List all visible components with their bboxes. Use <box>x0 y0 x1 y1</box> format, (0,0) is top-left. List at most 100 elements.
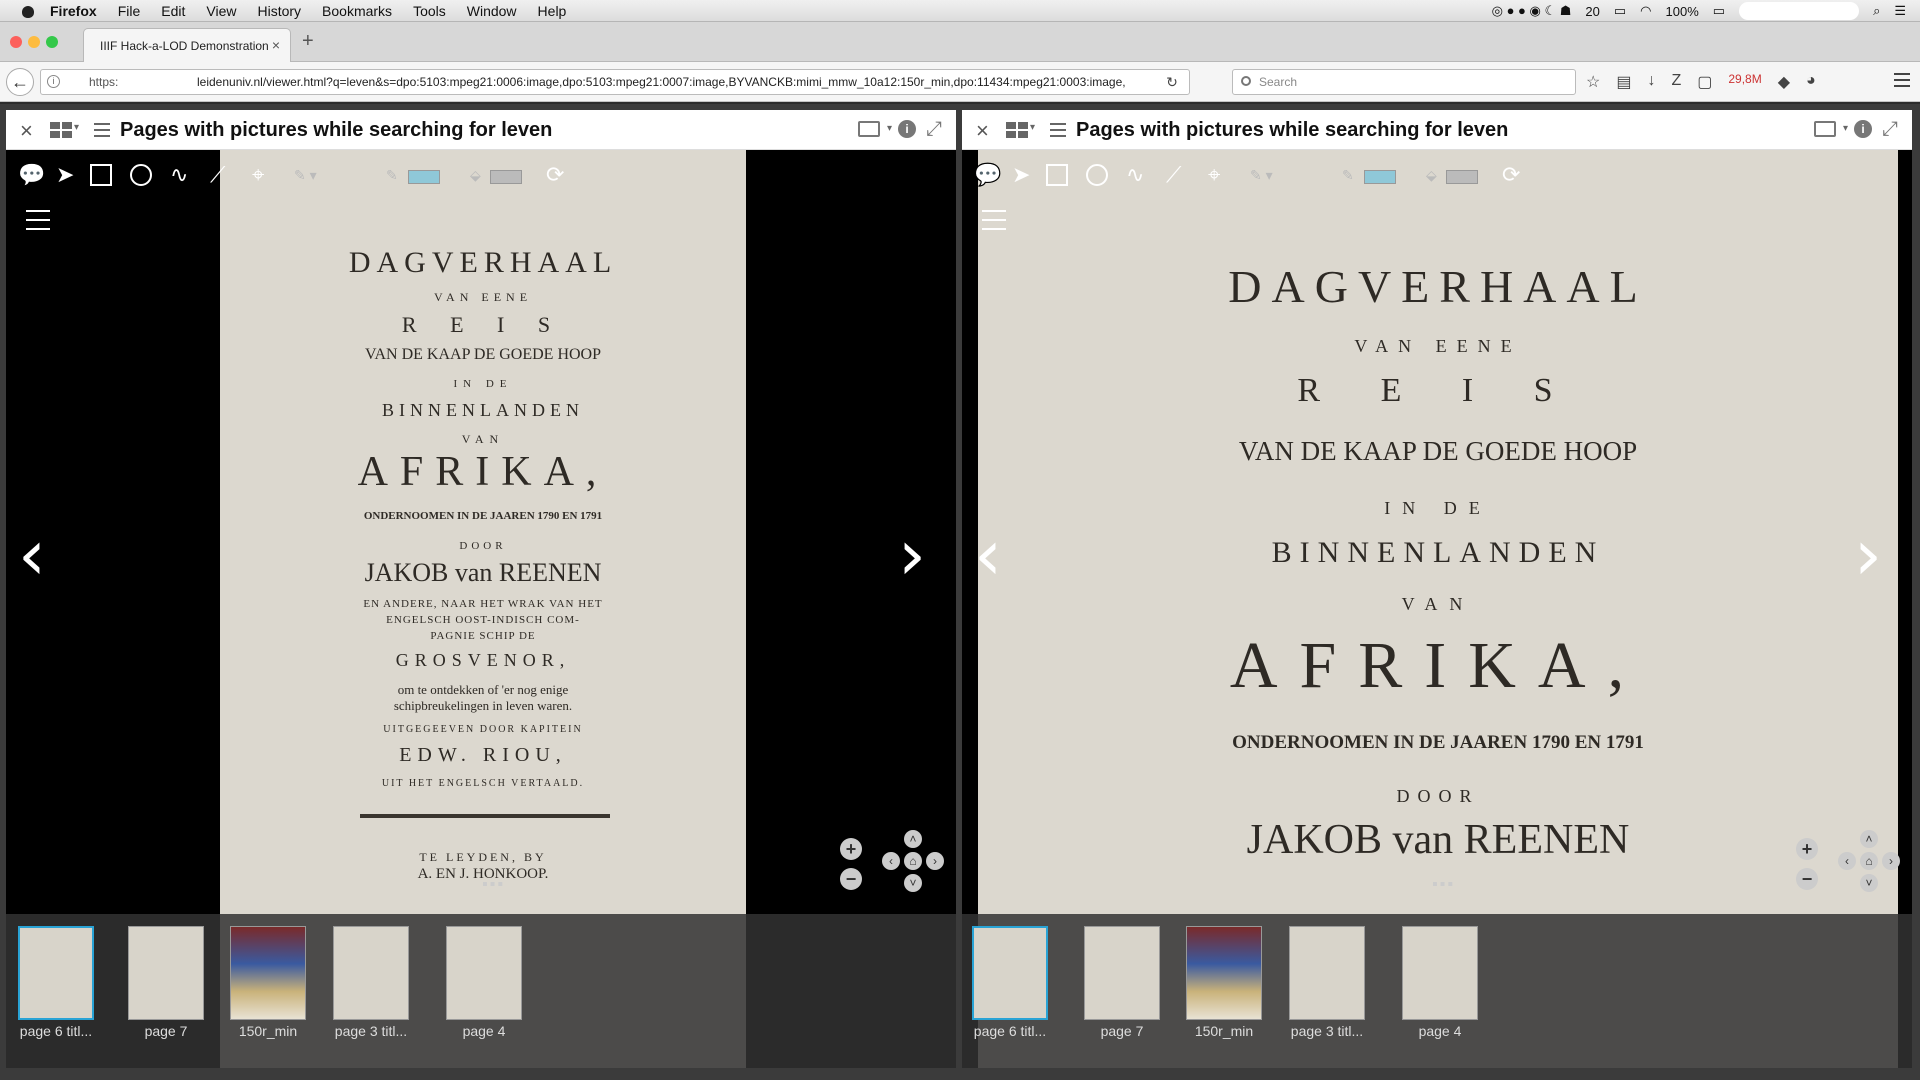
search-input[interactable]: Search <box>1232 69 1576 95</box>
freehand-tool-icon[interactable]: ∿ <box>170 164 188 186</box>
battery-label[interactable]: 100% <box>1666 4 1699 19</box>
image-adjust-icon[interactable] <box>26 210 50 230</box>
info-icon[interactable]: i <box>1854 120 1872 138</box>
stroke-color-swatch[interactable] <box>408 170 440 184</box>
info-icon[interactable]: i <box>47 75 60 88</box>
thumbnail-item[interactable]: page 7 <box>126 926 206 1039</box>
fullscreen-icon[interactable]: ⤢ <box>926 118 942 141</box>
browser-tab[interactable]: IIIF Hack-a-LOD Demonstration × <box>83 28 291 62</box>
menu-file[interactable]: File <box>118 3 141 19</box>
menu-window[interactable]: Window <box>467 3 517 19</box>
polyline-tool-icon[interactable]: ⟋ <box>210 164 225 186</box>
thumbnail-image[interactable] <box>446 926 522 1020</box>
fill-color-swatch[interactable] <box>1446 170 1478 184</box>
thumbnail-item[interactable]: page 4 <box>1400 926 1480 1039</box>
zoom-out-icon[interactable]: − <box>1796 868 1818 890</box>
bookmark-star-icon[interactable]: ☆ <box>1586 72 1600 92</box>
user-pill[interactable] <box>1739 2 1860 20</box>
home-icon[interactable]: ⌂ <box>904 852 922 870</box>
thumbnail-image[interactable] <box>972 926 1048 1020</box>
close-window-button[interactable] <box>10 36 22 48</box>
pin-tool-icon[interactable]: ⌖ <box>1208 164 1220 186</box>
thumbnail-image[interactable] <box>1084 926 1160 1020</box>
refresh-icon[interactable]: ⟳ <box>1502 164 1520 186</box>
url-bar[interactable]: i https: leidenuniv.nl/viewer.html?q=lev… <box>40 69 1190 95</box>
pan-left-icon[interactable]: ‹ <box>882 852 900 870</box>
menu-edit[interactable]: Edit <box>161 3 185 19</box>
battery-icon[interactable]: ▭ <box>1713 3 1725 19</box>
close-icon[interactable]: × <box>20 118 33 144</box>
menu-firefox[interactable]: Firefox <box>50 3 97 19</box>
pan-right-icon[interactable]: › <box>1882 852 1900 870</box>
previous-page-arrow[interactable]: ‹ <box>974 520 1002 590</box>
page-icon[interactable]: ▢ <box>1697 72 1712 92</box>
thumbnail-image[interactable] <box>128 926 204 1020</box>
sidebar-toggle-icon[interactable] <box>1050 123 1066 137</box>
minimize-window-button[interactable] <box>28 36 40 48</box>
reading-list-icon[interactable]: ▤ <box>1616 72 1631 92</box>
thumbnail-image[interactable] <box>1186 926 1262 1020</box>
comment-icon[interactable]: 💬 <box>18 164 45 186</box>
zoom-in-icon[interactable]: + <box>840 838 862 860</box>
menu-view[interactable]: View <box>206 3 236 19</box>
pan-up-icon[interactable]: ˄ <box>904 830 922 848</box>
thumbnail-image[interactable] <box>1289 926 1365 1020</box>
freehand-tool-icon[interactable]: ∿ <box>1126 164 1144 186</box>
reload-icon[interactable]: ↻ <box>1161 70 1183 94</box>
thumbnail-image[interactable] <box>333 926 409 1020</box>
thumbnail-image[interactable] <box>1402 926 1478 1020</box>
pointer-icon[interactable]: ➤ <box>1012 164 1030 186</box>
pan-down-icon[interactable]: ˅ <box>904 874 922 892</box>
drag-handle[interactable]: ▪▪▪ <box>482 876 505 894</box>
thumbnail-item[interactable]: page 4 <box>444 926 524 1039</box>
extension-dog-icon[interactable]: ◕ <box>1806 72 1816 92</box>
thumbnail-item[interactable]: page 6 titl... <box>970 926 1050 1039</box>
rectangle-tool-icon[interactable] <box>90 164 112 186</box>
memory-label[interactable]: 29,8M <box>1728 72 1761 92</box>
back-button[interactable]: ← <box>6 68 34 96</box>
thumbnail-image[interactable] <box>230 926 306 1020</box>
thumbnail-item[interactable]: page 6 titl... <box>16 926 96 1039</box>
status-icons[interactable]: ◎ ● ● ◉ ☾ ☗ <box>1492 3 1572 19</box>
fill-color-icon[interactable]: ⬙ <box>470 164 481 186</box>
menu-tools[interactable]: Tools <box>413 3 446 19</box>
wifi-icon[interactable]: ◠ <box>1640 3 1651 19</box>
drag-handle[interactable]: ▪▪▪ <box>1432 876 1455 894</box>
extension-icon[interactable]: ◆ <box>1778 72 1790 92</box>
layout-grid-icon[interactable] <box>1006 122 1028 138</box>
fill-color-swatch[interactable] <box>490 170 522 184</box>
download-icon[interactable]: ↓ <box>1647 72 1655 92</box>
close-tab-icon[interactable]: × <box>272 37 280 53</box>
pointer-icon[interactable]: ➤ <box>56 164 74 186</box>
info-icon[interactable]: i <box>898 120 916 138</box>
url-text[interactable]: leidenuniv.nl/viewer.html?q=leven&s=dpo:… <box>197 70 1126 94</box>
comment-icon[interactable]: 💬 <box>974 164 1001 186</box>
image-adjust-icon[interactable] <box>982 210 1006 230</box>
pin-tool-icon[interactable]: ⌖ <box>252 164 264 186</box>
layout-grid-icon[interactable] <box>50 122 72 138</box>
chevron-down-icon[interactable]: ▾ <box>1843 123 1848 134</box>
image-view-icon[interactable] <box>1814 121 1836 137</box>
menu-bookmarks[interactable]: Bookmarks <box>322 3 392 19</box>
stroke-color-swatch[interactable] <box>1364 170 1396 184</box>
thumbnail-item[interactable]: page 3 titl... <box>330 926 412 1039</box>
thumbnail-item[interactable]: 150r_min <box>1184 926 1264 1039</box>
chevron-down-icon[interactable]: ▾ <box>887 123 892 134</box>
zoom-window-button[interactable] <box>46 36 58 48</box>
fullscreen-icon[interactable]: ⤢ <box>1882 118 1898 141</box>
thumbnail-item[interactable]: page 7 <box>1082 926 1162 1039</box>
next-page-arrow[interactable]: › <box>898 520 926 590</box>
stroke-color-icon[interactable]: ✎ <box>386 164 398 186</box>
previous-page-arrow[interactable]: ‹ <box>18 520 46 590</box>
zoom-in-icon[interactable]: + <box>1796 838 1818 860</box>
circle-tool-icon[interactable] <box>130 164 152 186</box>
spotlight-icon[interactable]: ⌕ <box>1873 3 1880 19</box>
circle-tool-icon[interactable] <box>1086 164 1108 186</box>
home-icon[interactable]: ⌂ <box>1860 852 1878 870</box>
menu-help[interactable]: Help <box>538 3 567 19</box>
airplay-icon[interactable]: ▭ <box>1614 3 1626 19</box>
polyline-tool-icon[interactable]: ⟋ <box>1166 164 1181 186</box>
thumbnail-item[interactable]: 150r_min <box>228 926 308 1039</box>
close-icon[interactable]: × <box>976 118 989 144</box>
pan-up-icon[interactable]: ˄ <box>1860 830 1878 848</box>
